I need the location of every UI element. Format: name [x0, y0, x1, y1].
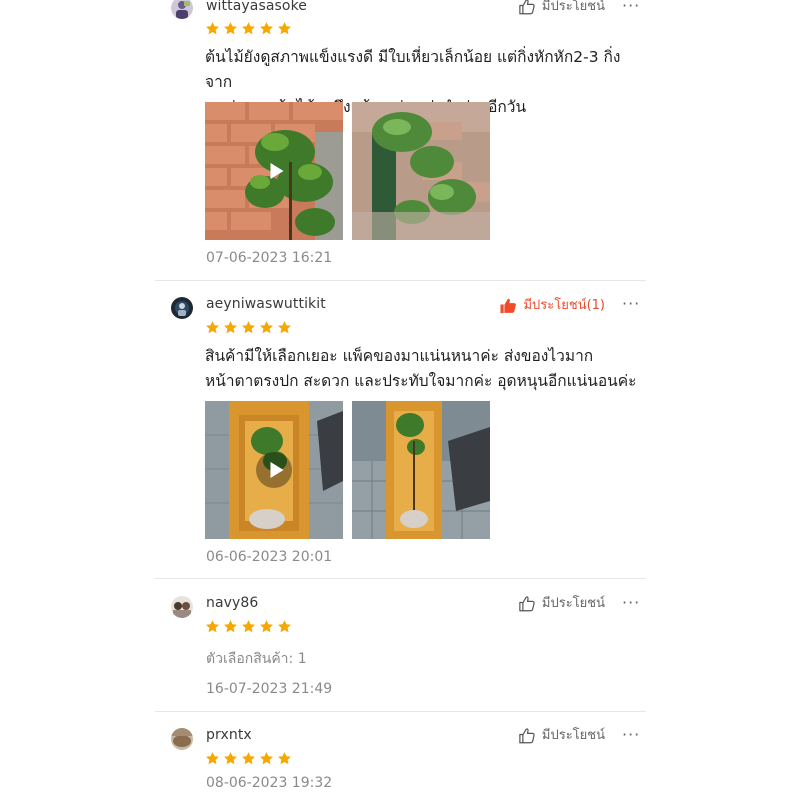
star-icon: [241, 320, 256, 335]
helpful-label: มีประโยชน์: [541, 0, 605, 14]
helpful-button[interactable]: มีประโยชน์: [518, 727, 605, 745]
review-video-thumbnail[interactable]: [205, 102, 343, 240]
comment-line: หน้าตาตรงปก สะดวก และประทับใจมากค่ะ อุดห…: [205, 372, 637, 390]
star-icon: [205, 751, 220, 766]
star-icon: [277, 21, 292, 36]
star-icon: [223, 751, 238, 766]
rating-stars: [205, 320, 292, 335]
review-date: 08-06-2023 19:32: [206, 775, 333, 791]
star-icon: [223, 320, 238, 335]
star-icon: [259, 320, 274, 335]
thumbs-up-icon: [518, 595, 536, 613]
review-media: [205, 401, 490, 539]
review-username[interactable]: navy86: [206, 595, 258, 611]
review-date: 06-06-2023 20:01: [206, 549, 333, 565]
helpful-label: มีประโยชน์: [541, 596, 605, 611]
rating-stars: [205, 751, 292, 766]
star-icon: [223, 21, 238, 36]
rating-stars: [205, 21, 292, 36]
helpful-button[interactable]: มีประโยชน์: [518, 595, 605, 613]
review-username[interactable]: wittayasasoke: [206, 0, 307, 14]
divider: [155, 280, 646, 281]
helpful-label: มีประโยชน์(1): [523, 298, 605, 313]
review-date: 16-07-2023 21:49: [206, 681, 333, 697]
review-username[interactable]: aeyniwaswuttikit: [206, 296, 326, 312]
review-date: 07-06-2023 16:21: [206, 250, 333, 266]
thumbs-up-icon: [518, 727, 536, 745]
comment-line: สินค้ามีให้เลือกเยอะ แพ็คของมาแน่นหนาค่ะ…: [205, 347, 594, 365]
divider: [155, 578, 646, 579]
avatar[interactable]: [171, 596, 193, 618]
helpful-button[interactable]: มีประโยชน์: [518, 0, 605, 16]
more-options-button[interactable]: ···: [622, 296, 640, 312]
review-video-thumbnail[interactable]: [205, 401, 343, 539]
rating-stars: [205, 619, 292, 634]
review-image-thumbnail[interactable]: [352, 102, 490, 240]
review-username[interactable]: prxntx: [206, 727, 252, 743]
review-media: [205, 102, 490, 240]
avatar[interactable]: [171, 728, 193, 750]
star-icon: [259, 751, 274, 766]
review-comment: สินค้ามีให้เลือกเยอะ แพ็คของมาแน่นหนาค่ะ…: [205, 344, 645, 394]
product-variation: ตัวเลือกสินค้า: 1: [206, 651, 307, 667]
star-icon: [205, 320, 220, 335]
more-options-button[interactable]: ···: [622, 595, 640, 611]
star-icon: [223, 619, 238, 634]
divider: [155, 711, 646, 712]
comment-line: ต้นไม้ยังดูสภาพแข็งแรงดี มีใบเหี่ยวเล็กน…: [205, 48, 621, 91]
helpful-button[interactable]: มีประโยชน์(1): [499, 297, 605, 315]
thumbs-up-icon: [499, 297, 517, 315]
star-icon: [241, 619, 256, 634]
more-options-button[interactable]: ···: [622, 727, 640, 743]
helpful-label: มีประโยชน์: [541, 728, 605, 743]
more-options-button[interactable]: ···: [622, 0, 640, 14]
avatar[interactable]: [171, 297, 193, 319]
star-icon: [277, 751, 292, 766]
star-icon: [205, 619, 220, 634]
thumbs-up-icon: [518, 0, 536, 16]
star-icon: [277, 320, 292, 335]
review-image-thumbnail[interactable]: [352, 401, 490, 539]
star-icon: [205, 21, 220, 36]
star-icon: [277, 619, 292, 634]
avatar[interactable]: [171, 0, 193, 19]
star-icon: [259, 619, 274, 634]
play-icon: [270, 462, 284, 478]
star-icon: [241, 751, 256, 766]
play-icon: [270, 163, 284, 179]
star-icon: [259, 21, 274, 36]
star-icon: [241, 21, 256, 36]
